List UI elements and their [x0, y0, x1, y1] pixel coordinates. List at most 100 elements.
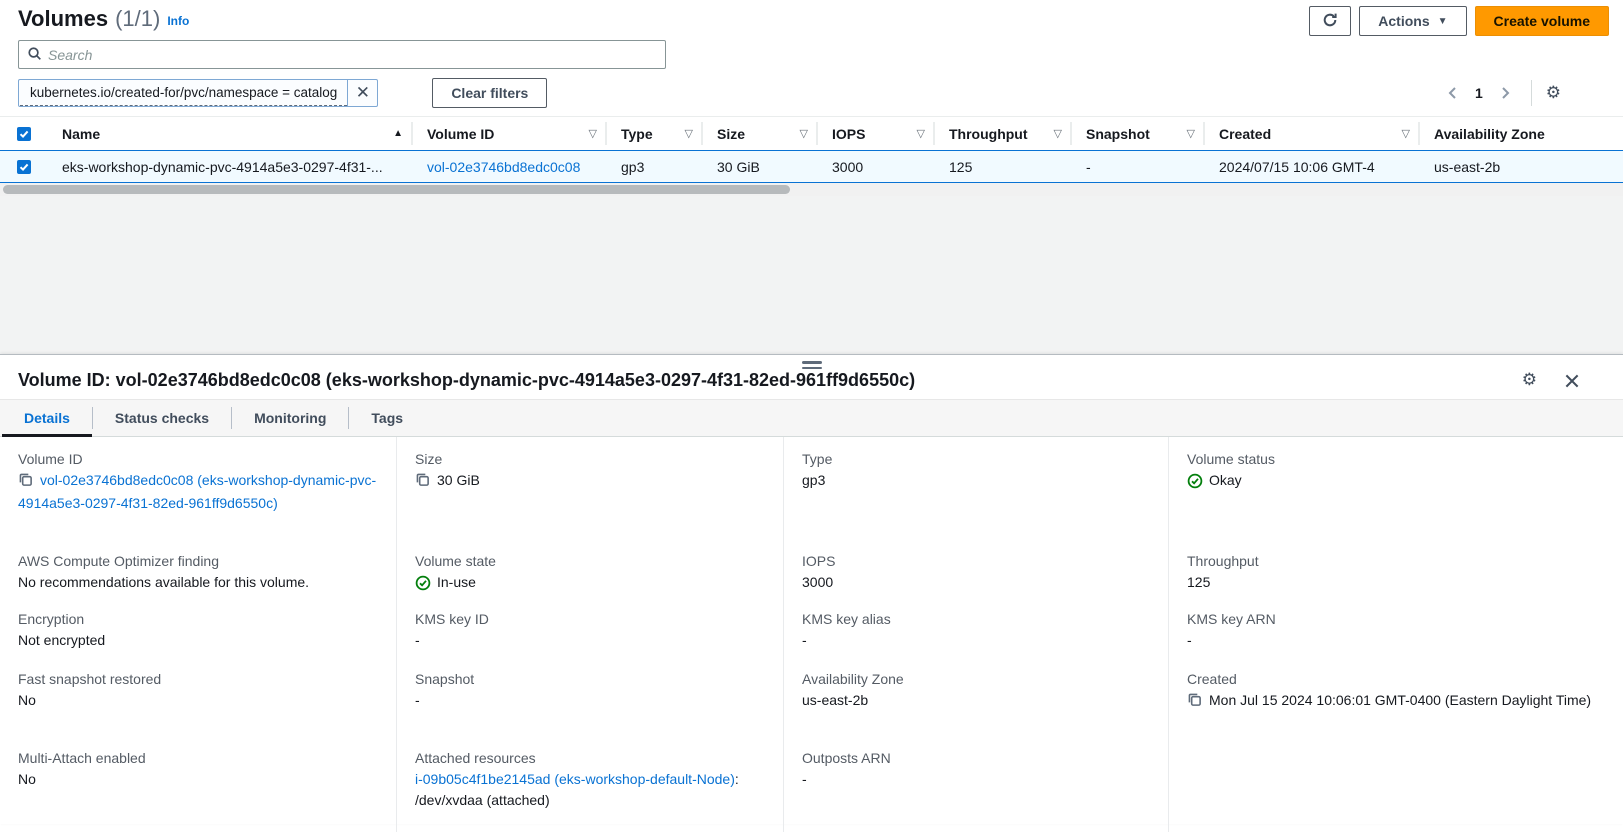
field-kms-key-id: KMS key ID -: [415, 611, 767, 671]
search-input-wrapper: [18, 40, 666, 69]
field-throughput: Throughput 125: [1187, 553, 1607, 611]
scrollbar-thumb[interactable]: [3, 185, 790, 194]
refresh-icon: [1322, 12, 1338, 31]
field-kms-key-alias: KMS key alias -: [802, 611, 1152, 671]
info-link[interactable]: Info: [167, 14, 189, 28]
panel-title: Volume ID: vol-02e3746bd8edc0c08 (eks-wo…: [18, 370, 915, 391]
panel-close-icon[interactable]: [1563, 372, 1581, 390]
field-type: Type gp3: [802, 451, 1152, 553]
column-header-type[interactable]: Type ▽: [607, 117, 703, 150]
row-checkbox[interactable]: [17, 160, 31, 174]
column-header-snapshot[interactable]: Snapshot ▽: [1072, 117, 1205, 150]
copy-icon[interactable]: [1187, 692, 1202, 713]
field-iops: IOPS 3000: [802, 553, 1152, 611]
field-multi-attach: Multi-Attach enabled No: [18, 750, 380, 832]
field-created: Created Mon Jul 15 2024 10:06:01 GMT-040…: [1187, 671, 1607, 750]
field-outposts-arn: Outposts ARN -: [802, 750, 1152, 832]
panel-tabs: Details Status checks Monitoring Tags: [0, 399, 1623, 437]
next-page-button[interactable]: [1493, 81, 1517, 105]
panel-drag-handle[interactable]: [796, 359, 828, 371]
filter-token[interactable]: kubernetes.io/created-for/pvc/namespace …: [18, 79, 378, 107]
remove-filter-icon[interactable]: ✕: [347, 80, 377, 106]
column-header-created[interactable]: Created ▽: [1205, 117, 1420, 150]
volume-id-detail-link[interactable]: vol-02e3746bd8edc0c08 (eks-workshop-dyna…: [18, 472, 376, 511]
field-volume-status: Volume status Okay: [1187, 451, 1607, 553]
status-ok-icon: [415, 575, 431, 591]
field-fast-snapshot-restored: Fast snapshot restored No: [18, 671, 380, 750]
column-header-size[interactable]: Size ▽: [703, 117, 818, 150]
table-row[interactable]: eks-workshop-dynamic-pvc-4914a5e3-0297-4…: [0, 150, 1623, 183]
volume-id-link[interactable]: vol-02e3746bd8edc0c08: [427, 159, 580, 175]
sort-icon: ▽: [589, 127, 597, 140]
field-encryption: Encryption Not encrypted: [18, 611, 380, 671]
field-size: Size 30 GiB: [415, 451, 767, 553]
field-compute-optimizer: AWS Compute Optimizer finding No recomme…: [18, 553, 380, 611]
table-header-row: Name ▲ Volume ID ▽ Type ▽ Size ▽ IOPS ▽ …: [0, 117, 1623, 150]
column-header-availability-zone[interactable]: Availability Zone: [1420, 117, 1623, 150]
cell-type: gp3: [607, 159, 703, 175]
sort-icon: ▽: [917, 127, 925, 140]
copy-icon[interactable]: [415, 472, 430, 493]
cell-availability-zone: us-east-2b: [1420, 159, 1623, 175]
filter-token-text[interactable]: kubernetes.io/created-for/pvc/namespace …: [20, 81, 347, 106]
column-header-iops[interactable]: IOPS ▽: [818, 117, 935, 150]
filter-row: kubernetes.io/created-for/pvc/namespace …: [0, 69, 1623, 116]
chevron-down-icon: ▼: [1438, 16, 1448, 27]
tab-tags[interactable]: Tags: [349, 400, 425, 436]
cell-size: 30 GiB: [703, 159, 818, 175]
column-header-volume-id[interactable]: Volume ID ▽: [413, 117, 607, 150]
clear-filters-button[interactable]: Clear filters: [432, 78, 547, 108]
sort-icon: ▽: [1402, 127, 1410, 140]
previous-page-button[interactable]: [1441, 81, 1465, 105]
resource-count: (1/1): [115, 6, 160, 32]
sort-ascending-icon: ▲: [393, 128, 403, 139]
sort-icon: ▽: [685, 127, 693, 140]
split-panel: Volume ID: vol-02e3746bd8edc0c08 (eks-wo…: [0, 354, 1623, 824]
cell-iops: 3000: [818, 159, 935, 175]
search-row: [0, 36, 1623, 69]
cell-name: eks-workshop-dynamic-pvc-4914a5e3-0297-4…: [48, 159, 413, 175]
horizontal-scrollbar[interactable]: [0, 183, 1623, 196]
details-content: Volume ID vol-02e3746bd8edc0c08 (eks-wor…: [0, 437, 1623, 832]
field-availability-zone: Availability Zone us-east-2b: [802, 671, 1152, 750]
sort-icon: ▽: [800, 127, 808, 140]
cell-created: 2024/07/15 10:06 GMT-4: [1205, 159, 1420, 175]
column-header-throughput[interactable]: Throughput ▽: [935, 117, 1072, 150]
field-kms-key-arn: KMS key ARN -: [1187, 611, 1607, 671]
page-title: Volumes (1/1) Info: [18, 6, 189, 32]
column-header-name[interactable]: Name ▲: [48, 117, 413, 150]
pagination: 1 ⚙: [1441, 80, 1605, 106]
search-input[interactable]: [48, 47, 657, 63]
tab-monitoring[interactable]: Monitoring: [232, 400, 348, 436]
cell-snapshot: -: [1072, 159, 1205, 175]
actions-button[interactable]: Actions ▼: [1359, 6, 1466, 36]
refresh-button[interactable]: [1309, 6, 1351, 36]
actions-button-label: Actions: [1378, 13, 1429, 29]
create-volume-button[interactable]: Create volume: [1475, 6, 1609, 36]
row-checkbox-cell: [0, 160, 48, 174]
page-title-text: Volumes: [18, 6, 108, 32]
page-background-gap: [0, 196, 1623, 354]
tab-details[interactable]: Details: [2, 400, 92, 436]
volumes-table: Name ▲ Volume ID ▽ Type ▽ Size ▽ IOPS ▽ …: [0, 116, 1623, 196]
field-attached-resources: Attached resources i-09b05c4f1be2145ad (…: [415, 750, 767, 832]
sort-icon: ▽: [1054, 127, 1062, 140]
pagination-divider: [1531, 80, 1532, 106]
cell-volume-id: vol-02e3746bd8edc0c08: [413, 159, 607, 175]
search-icon: [27, 46, 42, 64]
table-preferences-icon[interactable]: ⚙: [1546, 85, 1561, 102]
sort-icon: ▽: [1187, 127, 1195, 140]
field-volume-id: Volume ID vol-02e3746bd8edc0c08 (eks-wor…: [18, 451, 380, 553]
copy-icon[interactable]: [18, 472, 33, 493]
header-checkbox-cell: [0, 127, 48, 141]
panel-preferences-icon[interactable]: ⚙: [1522, 372, 1537, 389]
tab-status-checks[interactable]: Status checks: [93, 400, 231, 436]
status-ok-icon: [1187, 473, 1203, 489]
field-snapshot: Snapshot -: [415, 671, 767, 750]
page-header: Volumes (1/1) Info Actions ▼ Create volu…: [0, 0, 1623, 36]
toolbar-actions: Actions ▼ Create volume: [1309, 6, 1609, 36]
cell-throughput: 125: [935, 159, 1072, 175]
select-all-checkbox[interactable]: [17, 127, 31, 141]
attached-instance-link[interactable]: i-09b05c4f1be2145ad (eks-workshop-defaul…: [415, 771, 735, 787]
current-page[interactable]: 1: [1469, 85, 1489, 101]
